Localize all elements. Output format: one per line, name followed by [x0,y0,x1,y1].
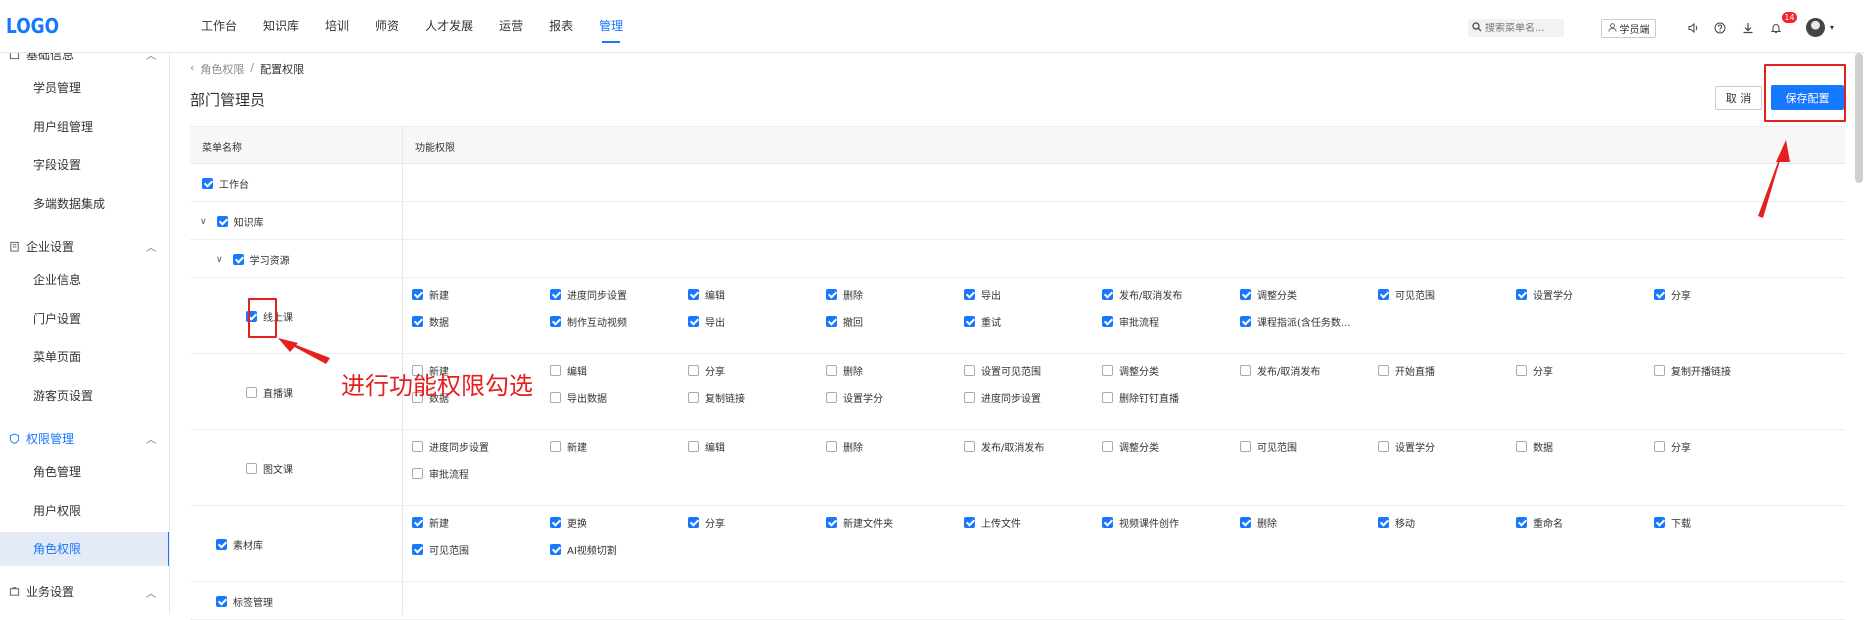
annotation-arrows [278,140,1790,364]
arrow-to-checkbox-head [278,338,298,352]
arrow-to-save-head [1776,140,1790,162]
annotation-text: 进行功能权限勾选 [341,372,533,400]
